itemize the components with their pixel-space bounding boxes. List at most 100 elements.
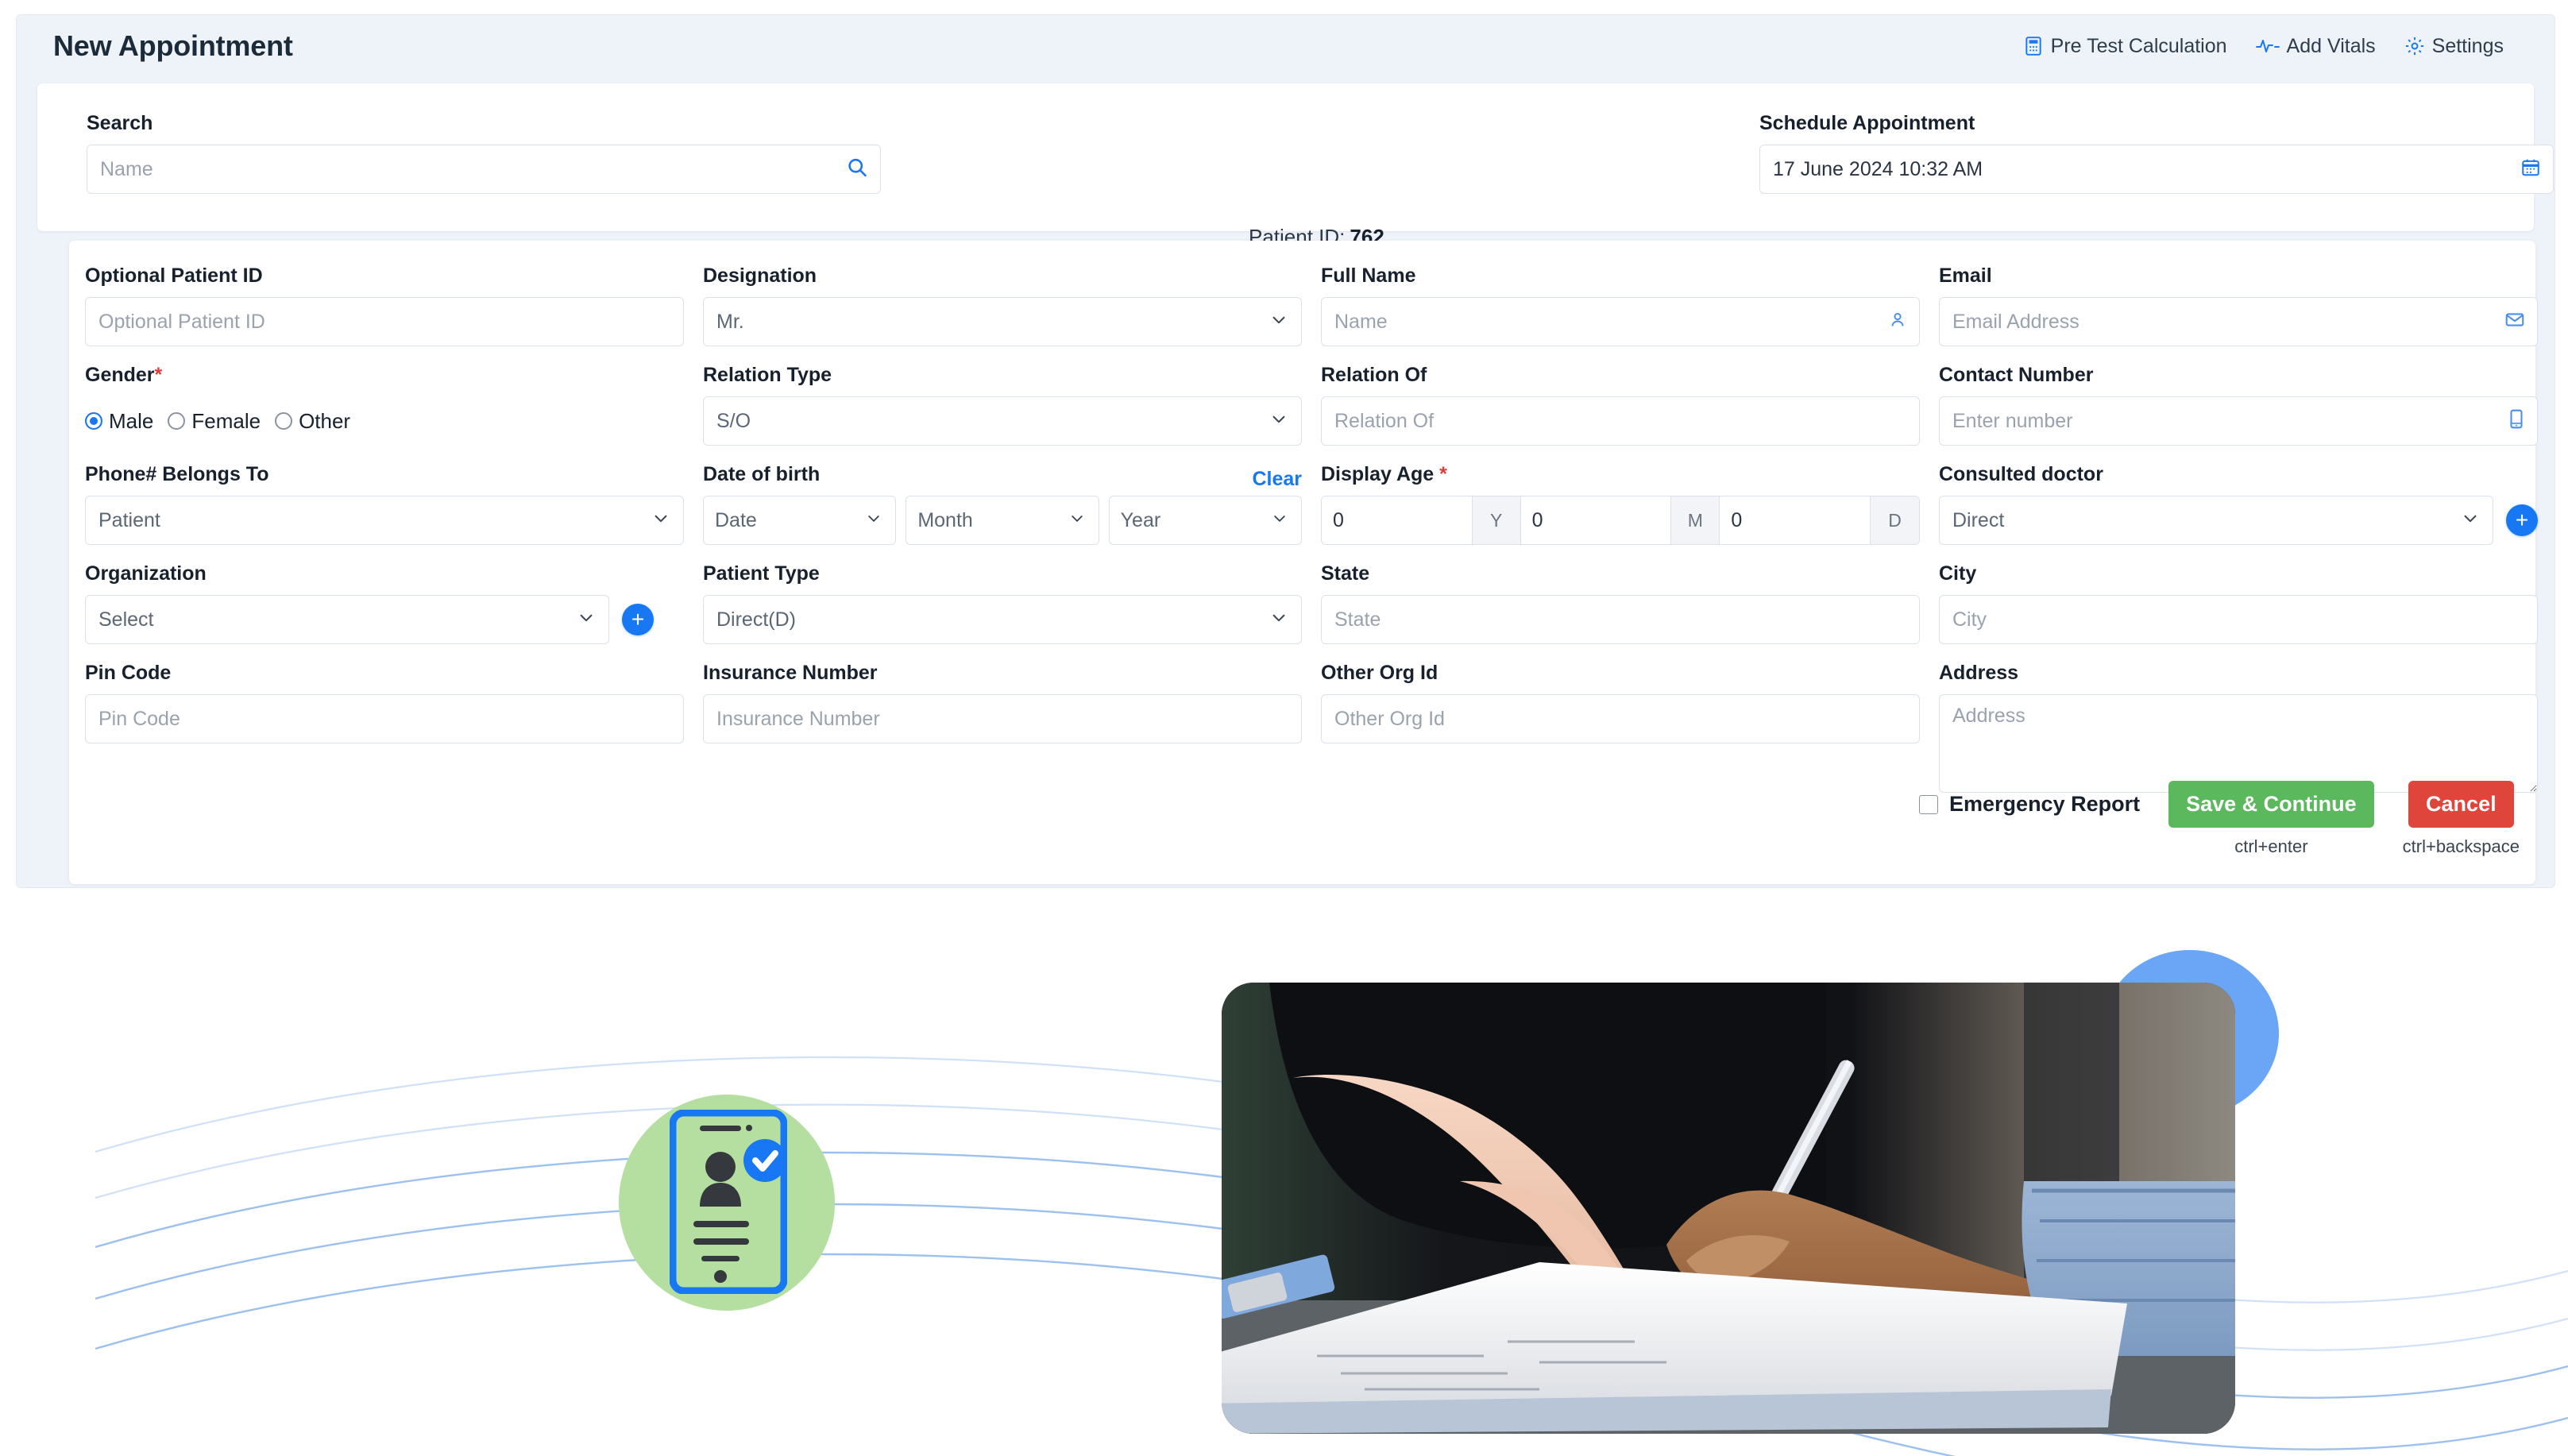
dob-date-select[interactable]: Date — [703, 496, 897, 545]
dob-label: Date of birth — [703, 463, 821, 485]
patient-type-label: Patient Type — [703, 562, 820, 585]
gender-option-label: Female — [191, 408, 261, 433]
cancel-shortcut-hint: ctrl+backspace — [2402, 836, 2520, 856]
field-contact-number: Contact Number — [1939, 364, 2538, 463]
display-age-years-input[interactable] — [1322, 496, 1472, 544]
grid-gap — [684, 463, 703, 562]
field-display-age: Display Age * Y M D — [1321, 463, 1920, 562]
schedule-input[interactable] — [1759, 145, 2554, 194]
cancel-button-group: Cancel ctrl+backspace — [2403, 781, 2520, 857]
contact-number-label: Contact Number — [1939, 364, 2094, 386]
dob-year-select[interactable]: Year — [1108, 496, 1302, 545]
checkbox-icon — [1919, 794, 1939, 814]
relation-type-label: Relation Type — [703, 364, 832, 386]
display-age-years-suffix: Y — [1471, 496, 1521, 544]
field-email: Email — [1939, 265, 2538, 364]
designation-select[interactable]: Mr. — [703, 297, 1302, 346]
check-badge-icon — [743, 1139, 786, 1182]
gender-radio-male[interactable]: Male — [85, 409, 153, 434]
field-relation-type: Relation Type S/O — [703, 364, 1302, 463]
consulted-doctor-label: Consulted doctor — [1939, 463, 2103, 485]
radio-dot-icon — [275, 412, 293, 430]
save-and-continue-button[interactable]: Save & Continue — [2168, 781, 2374, 828]
other-org-id-input[interactable] — [1321, 694, 1920, 743]
display-age-label: Display Age * — [1321, 463, 1447, 485]
gender-radio-other[interactable]: Other — [275, 409, 350, 434]
emergency-report-checkbox[interactable]: Emergency Report — [1919, 792, 2140, 817]
patient-type-select[interactable]: Direct(D) — [703, 595, 1302, 644]
gender-radio-group: Male Female Other — [85, 396, 684, 446]
header-actions: Pre Test Calculation Add Vitals Settings — [2023, 35, 2518, 58]
search-label: Search — [87, 112, 153, 134]
address-textarea[interactable] — [1939, 694, 2538, 793]
cancel-button[interactable]: Cancel — [2408, 781, 2514, 828]
organization-select[interactable]: Select — [85, 595, 609, 644]
grid-gap — [1920, 364, 1939, 463]
full-name-input[interactable] — [1321, 297, 1920, 346]
optional-patient-id-input[interactable] — [85, 297, 684, 346]
pre-test-calculation-button[interactable]: Pre Test Calculation — [2023, 35, 2227, 58]
settings-label: Settings — [2431, 34, 2504, 57]
dob-clear-link[interactable]: Clear — [1252, 468, 1302, 491]
search-field-group: Search — [87, 112, 881, 194]
add-vitals-button[interactable]: Add Vitals — [2255, 34, 2376, 58]
settings-button[interactable]: Settings — [2404, 35, 2504, 58]
grid-gap — [1302, 662, 1321, 814]
insurance-number-input[interactable] — [703, 694, 1302, 743]
gender-radio-female[interactable]: Female — [168, 409, 261, 434]
field-pin-code: Pin Code — [85, 662, 684, 814]
search-input[interactable] — [87, 145, 881, 194]
id-card-icon — [670, 1110, 787, 1294]
field-gender: Gender* Male Female Other — [85, 364, 684, 463]
radio-dot-icon — [85, 412, 102, 430]
consulted-doctor-select[interactable]: Direct — [1939, 496, 2493, 545]
add-consulted-doctor-button[interactable]: + — [2506, 504, 2538, 536]
schedule-label: Schedule Appointment — [1759, 112, 1975, 134]
city-input[interactable] — [1939, 595, 2538, 644]
gender-option-label: Male — [109, 408, 154, 433]
new-appointment-panel: New Appointment Pre Test Calculation Add… — [16, 14, 2555, 888]
emergency-report-label: Emergency Report — [1949, 792, 2141, 816]
field-optional-patient-id: Optional Patient ID — [85, 265, 684, 364]
gender-label: Gender* — [85, 364, 163, 386]
display-age-days-input[interactable] — [1720, 496, 1871, 544]
email-input[interactable] — [1939, 297, 2538, 346]
insurance-number-label: Insurance Number — [703, 662, 878, 684]
grid-gap — [684, 662, 703, 814]
display-age-months-suffix: M — [1670, 496, 1720, 544]
email-label: Email — [1939, 265, 1992, 287]
field-state: State — [1321, 562, 1920, 662]
field-insurance-number: Insurance Number — [703, 662, 1302, 814]
grid-gap — [1302, 265, 1321, 364]
pin-code-input[interactable] — [85, 694, 684, 743]
field-organization: Organization Select + — [85, 562, 684, 662]
dob-selects: Date Month Year — [703, 496, 1302, 545]
display-age-days-suffix: D — [1870, 496, 1919, 544]
grid-gap — [1302, 364, 1321, 463]
relation-type-select[interactable]: S/O — [703, 396, 1302, 446]
field-patient-type: Patient Type Direct(D) — [703, 562, 1302, 662]
field-date-of-birth: Date of birth Clear Date Month Year — [703, 463, 1302, 562]
relation-of-input[interactable] — [1321, 396, 1920, 446]
form-footer-actions: Emergency Report Save & Continue ctrl+en… — [1919, 781, 2520, 857]
pre-test-calculation-label: Pre Test Calculation — [2050, 34, 2227, 57]
gear-icon — [2404, 36, 2425, 56]
state-input[interactable] — [1321, 595, 1920, 644]
dob-month-select[interactable]: Month — [906, 496, 1099, 545]
optional-patient-id-label: Optional Patient ID — [85, 265, 263, 287]
search-card: Search Patient ID:762 Schedule Appointme… — [37, 83, 2554, 249]
relation-of-label: Relation Of — [1321, 364, 1427, 386]
display-age-months-input[interactable] — [1520, 496, 1671, 544]
phone-belongs-to-select[interactable]: Patient — [85, 496, 684, 545]
field-designation: Designation Mr. — [703, 265, 1302, 364]
grid-gap — [684, 364, 703, 463]
save-button-group: Save & Continue ctrl+enter — [2168, 781, 2374, 857]
designation-label: Designation — [703, 265, 817, 287]
display-age-group: Y M D — [1321, 496, 1920, 545]
calculator-icon — [2023, 36, 2044, 56]
required-asterisk: * — [1439, 463, 1447, 485]
contact-number-input[interactable] — [1939, 396, 2538, 446]
add-vitals-label: Add Vitals — [2286, 34, 2376, 57]
organization-label: Organization — [85, 562, 207, 585]
add-organization-button[interactable]: + — [622, 604, 654, 635]
